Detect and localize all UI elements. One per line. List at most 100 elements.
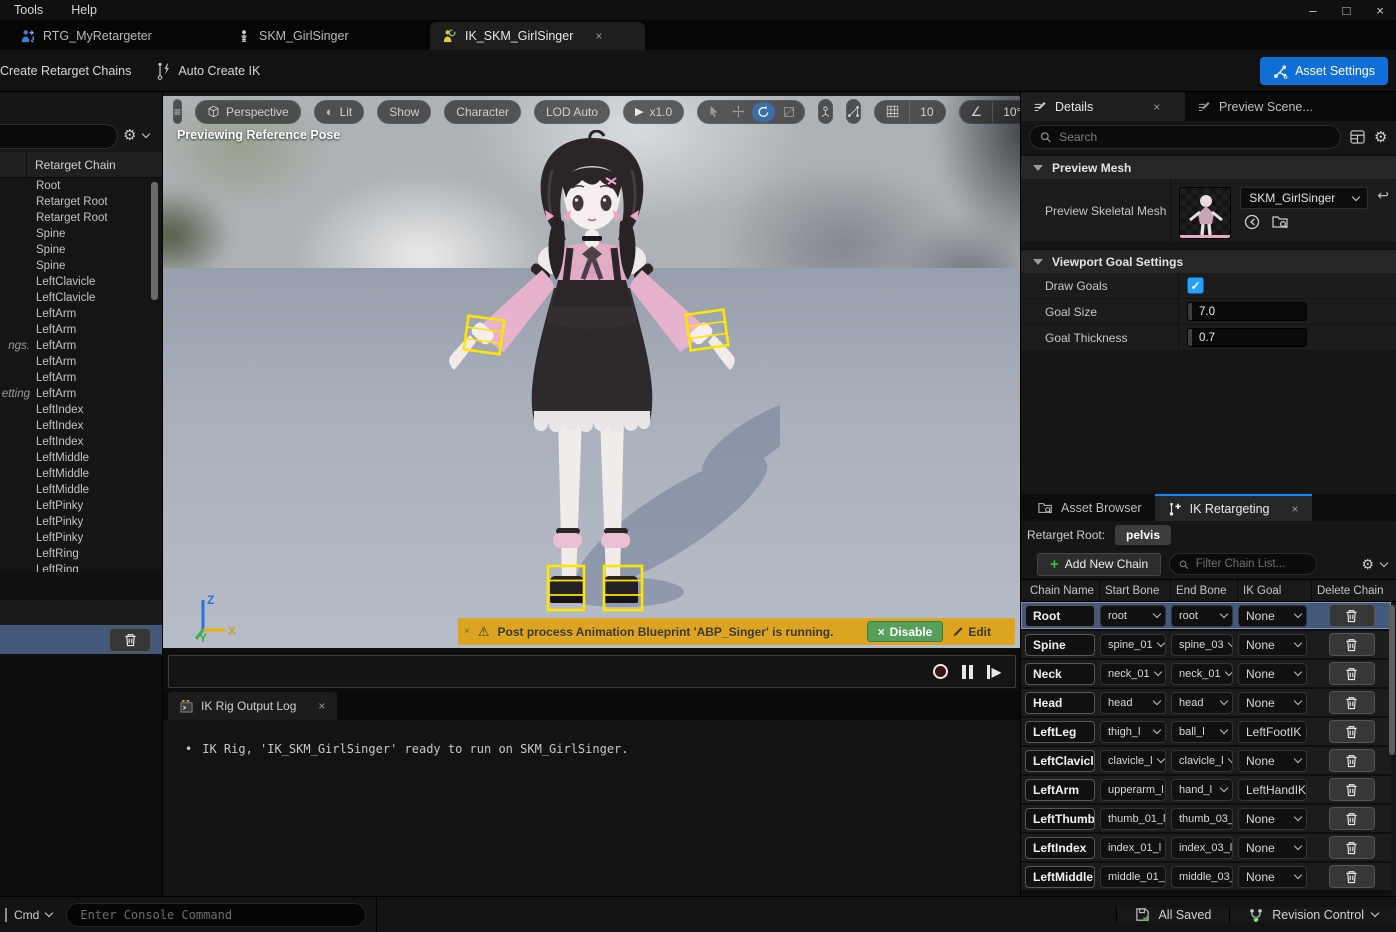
start-bone-dropdown[interactable]: neck_01 (1100, 663, 1166, 685)
tab-ik-rig-output-log[interactable]: IK Rig Output Log × (168, 692, 337, 720)
goal-thickness-input[interactable]: 0.7 (1187, 328, 1307, 347)
column-header[interactable]: Chain Name (1025, 580, 1100, 601)
chain-search-input[interactable] (0, 124, 118, 149)
end-bone-dropdown[interactable]: root (1171, 605, 1233, 627)
chain-row[interactable]: Root root root None (1021, 602, 1391, 631)
menu-help[interactable]: Help (57, 3, 111, 17)
goal-size-input[interactable]: 7.0 (1187, 302, 1307, 321)
coordinate-space-button[interactable] (818, 99, 833, 124)
retarget-chain-list-item[interactable]: LeftMiddle (0, 466, 163, 482)
chain-row[interactable]: LeftThumb thumb_01_l thumb_03_l None (1021, 805, 1391, 834)
delete-chain-button[interactable] (109, 628, 151, 652)
chain-name-field[interactable]: Spine (1025, 634, 1095, 656)
ik-goal-dropdown[interactable]: None (1238, 634, 1307, 656)
tab-ik-skm-girlsinger[interactable]: IK_SKM_GirlSinger × (430, 22, 645, 50)
chain-row[interactable]: Head head head None (1021, 689, 1391, 718)
lod-dropdown[interactable]: LOD Auto (534, 100, 610, 124)
character-preview-mesh[interactable] (420, 130, 780, 630)
chain-name-field[interactable]: Neck (1025, 663, 1095, 685)
start-bone-dropdown[interactable]: thigh_l (1100, 721, 1166, 743)
tab-close-icon[interactable]: × (595, 29, 602, 43)
retarget-chain-list-item[interactable]: LeftClavicle (0, 290, 163, 306)
details-search-input[interactable] (1059, 130, 1330, 144)
grid-snap-control[interactable]: 10 (874, 100, 945, 124)
timeline-bar[interactable]: ▶ (168, 655, 1016, 688)
ik-goal-dropdown[interactable]: None (1238, 837, 1307, 859)
retarget-chain-list-item[interactable]: LeftPinky (0, 498, 163, 514)
close-button[interactable]: × (1376, 3, 1384, 18)
minimize-button[interactable]: – (1309, 3, 1316, 18)
character-dropdown[interactable]: Character (444, 100, 521, 124)
chain-name-field[interactable]: Head (1025, 692, 1095, 714)
chain-name-field[interactable]: Root (1025, 605, 1095, 627)
filter-chain-input[interactable] (1196, 558, 1307, 570)
chain-table-scrollbar[interactable] (1389, 605, 1395, 755)
start-bone-dropdown[interactable]: root (1100, 605, 1166, 627)
ik-goal-dropdown[interactable]: None (1238, 866, 1307, 888)
chain-row[interactable]: LeftMiddle middle_01_l middle_03_l None (1021, 863, 1391, 892)
viewport-3d[interactable]: ≡ Perspective ◐ Lit Show Character LOD A… (163, 92, 1020, 648)
tab-preview-scene[interactable]: Preview Scene... (1185, 92, 1325, 121)
retarget-chain-list-item[interactable]: LeftIndex (0, 434, 163, 450)
retarget-chain-list-item[interactable]: LeftRing (0, 562, 163, 572)
tab-asset-browser[interactable]: Asset Browser (1025, 494, 1155, 521)
details-tab-close-icon[interactable]: × (1153, 100, 1160, 114)
select-tool-button[interactable] (702, 102, 725, 122)
start-bone-dropdown[interactable]: clavicle_l (1100, 750, 1166, 772)
console-type-dropdown[interactable]: Cmd (14, 908, 52, 922)
viewport-goal-settings-header[interactable]: Viewport Goal Settings (1021, 249, 1396, 273)
retarget-chain-list-item[interactable]: Spine (0, 242, 163, 258)
rotate-tool-button[interactable] (752, 102, 775, 122)
delete-chain-button[interactable] (1329, 865, 1375, 888)
start-bone-dropdown[interactable]: upperarm_l (1100, 779, 1166, 801)
start-bone-dropdown[interactable]: middle_01_l (1100, 866, 1166, 888)
chain-name-field[interactable]: LeftArm (1025, 779, 1095, 801)
lit-dropdown[interactable]: ◐ Lit (314, 100, 365, 124)
chain-row[interactable]: LeftIndex index_01_l index_03_l None (1021, 834, 1391, 863)
chain-name-field[interactable]: LeftClavicle (1025, 750, 1095, 772)
end-bone-dropdown[interactable]: head (1171, 692, 1233, 714)
add-new-chain-button[interactable]: + Add New Chain (1037, 553, 1161, 576)
warning-close-icon[interactable]: × (464, 626, 470, 637)
retarget-chain-list-item[interactable]: LeftArm (0, 322, 163, 338)
retarget-chain-list-item[interactable]: LeftMiddle (0, 482, 163, 498)
delete-chain-button[interactable] (1329, 778, 1375, 801)
chain-row[interactable]: Spine spine_01 spine_03 None (1021, 631, 1391, 660)
retarget-chain-column-header[interactable]: Retarget Chain (27, 158, 116, 172)
retarget-chain-list-item[interactable]: Retarget Root (0, 210, 163, 226)
maximize-button[interactable]: □ (1343, 3, 1351, 18)
browse-to-asset-icon[interactable] (1272, 214, 1289, 230)
end-bone-dropdown[interactable]: clavicle_l (1171, 750, 1233, 772)
display-filter-icon[interactable] (1350, 130, 1365, 144)
chain-name-field[interactable]: LeftMiddle (1025, 866, 1095, 888)
start-bone-dropdown[interactable]: thumb_01_l (1100, 808, 1166, 830)
chain-table-settings[interactable]: ⚙ (1361, 556, 1387, 573)
preview-mesh-section-header[interactable]: Preview Mesh (1021, 155, 1396, 179)
edit-button[interactable]: Edit (951, 625, 991, 639)
chain-name-field[interactable]: LeftLeg (1025, 721, 1095, 743)
delete-chain-button[interactable] (1329, 749, 1375, 772)
skeletal-mesh-dropdown[interactable]: SKM_GirlSinger (1240, 187, 1368, 209)
retarget-chain-list-item[interactable]: LeftMiddle (0, 450, 163, 466)
auto-create-ik-button[interactable]: Auto Create IK (155, 62, 260, 80)
menu-tools[interactable]: Tools (0, 3, 57, 17)
chain-name-field[interactable]: LeftIndex (1025, 837, 1095, 859)
retarget-chain-list-item[interactable]: LeftPinky (0, 514, 163, 530)
move-tool-button[interactable] (727, 102, 750, 122)
record-icon[interactable] (933, 664, 948, 679)
pause-button[interactable] (962, 665, 973, 679)
create-retarget-chains-button[interactable]: Create Retarget Chains (0, 64, 131, 78)
delete-chain-button[interactable] (1329, 836, 1375, 859)
ik-goal-dropdown[interactable]: None (1238, 692, 1307, 714)
column-header[interactable]: End Bone (1171, 580, 1238, 601)
ik-goal-dropdown[interactable]: None (1238, 605, 1307, 627)
tab-rtg-myretargeter[interactable]: RTG_MyRetargeter (8, 22, 164, 50)
column-header[interactable]: Delete Chain (1312, 580, 1396, 601)
revision-control-button[interactable]: Revision Control (1229, 907, 1396, 923)
retarget-chain-list-item[interactable]: LeftClavicle (0, 274, 163, 290)
retarget-chain-list-item[interactable]: LeftArm (0, 354, 163, 370)
ik-goal-dropdown[interactable]: None (1238, 663, 1307, 685)
retarget-root-value[interactable]: pelvis (1115, 525, 1171, 545)
tab-skm-girlsinger[interactable]: SKM_GirlSinger (225, 22, 361, 50)
chain-name-field[interactable]: LeftThumb (1025, 808, 1095, 830)
